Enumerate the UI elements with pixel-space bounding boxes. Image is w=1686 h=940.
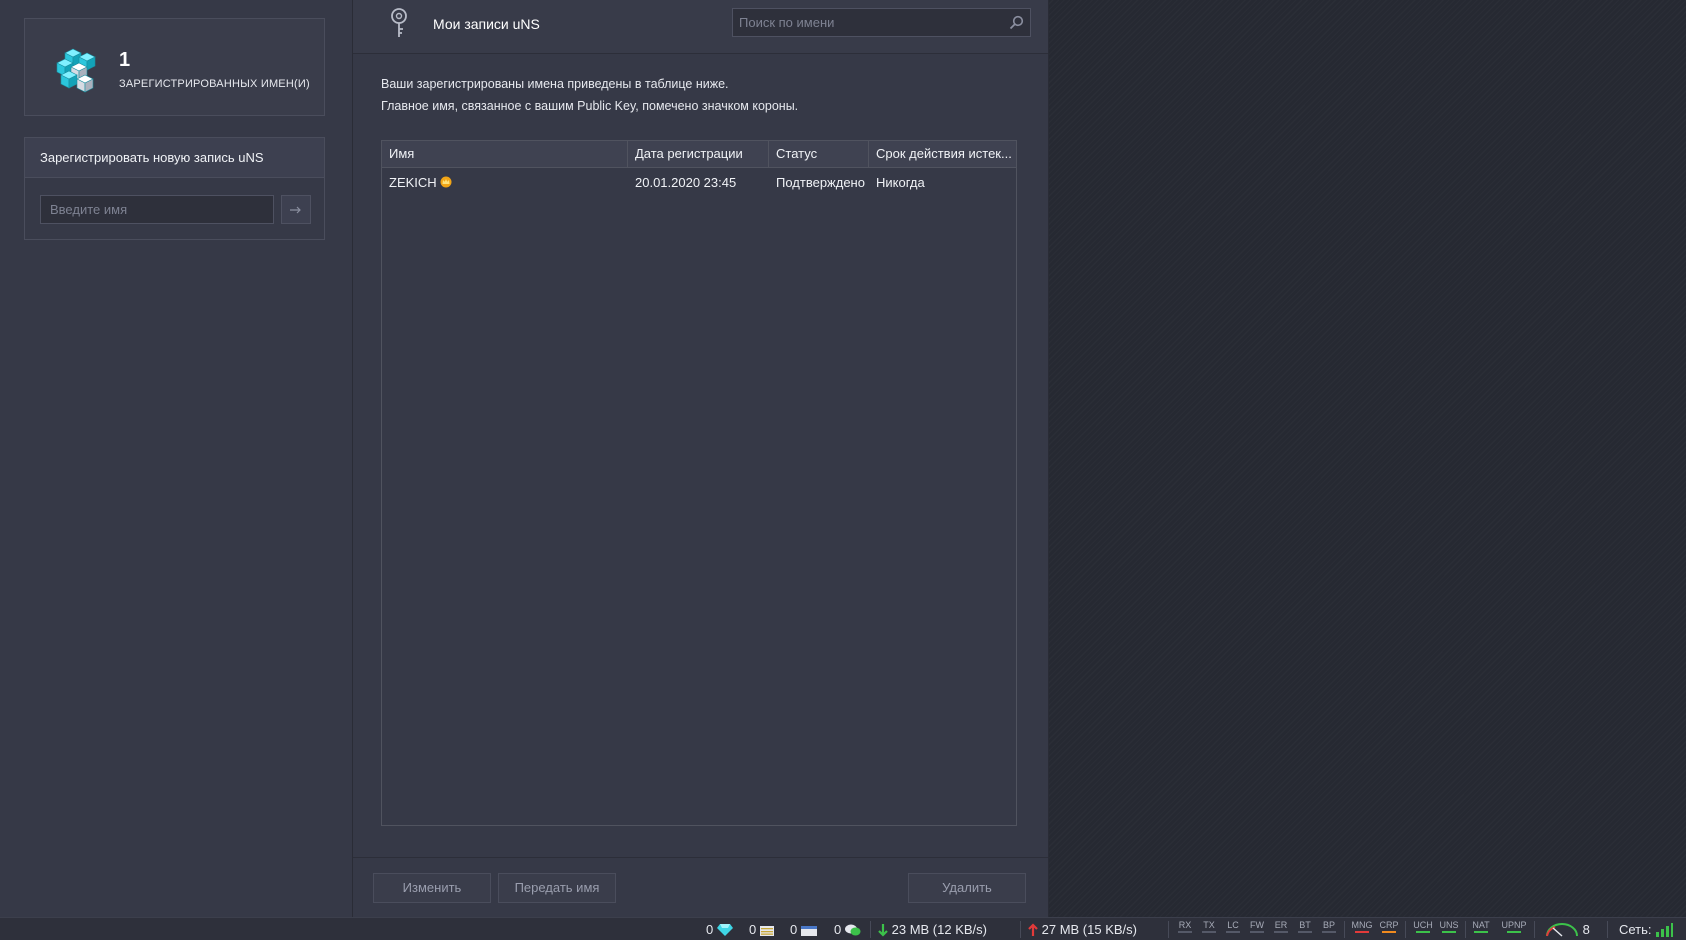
transfer-name-button[interactable]: Передать имя <box>498 873 616 903</box>
column-header-date[interactable]: Дата регистрации <box>628 141 769 167</box>
diamond-icon <box>716 924 733 936</box>
indicator-upnp: UPNP <box>1500 920 1528 933</box>
network-stat: Сеть: <box>1619 918 1674 940</box>
description-line-1: Ваши зарегистрированы имена приведены в … <box>381 77 729 91</box>
indicator-bt: BT <box>1296 920 1314 933</box>
counter-blocks-value: 0 <box>749 922 757 937</box>
indicator-label: CRP <box>1379 920 1399 930</box>
wallet-icon <box>759 926 774 936</box>
column-header-name[interactable]: Имя <box>382 141 628 167</box>
counter-chat-value: 0 <box>834 922 842 937</box>
indicator-label: MNG <box>1351 920 1373 930</box>
mail-icon <box>800 926 817 936</box>
register-submit-button[interactable] <box>281 195 311 224</box>
main-panel: Мои записи uNS Ваши зарегистрированы име… <box>353 0 1049 918</box>
counter-chat: 0 <box>834 918 861 940</box>
indicator-label: UPNP <box>1501 920 1527 930</box>
key-icon <box>391 8 407 37</box>
upload-arrow-icon <box>1028 923 1038 936</box>
network-label: Сеть: <box>1619 922 1652 937</box>
stats-card: 1 ЗАРЕГИСТРИРОВАННЫХ ИМЕН(И) <box>24 18 325 116</box>
divider <box>1020 921 1021 938</box>
indicator-label: BT <box>1299 920 1311 930</box>
indicator-label: NAT <box>1472 920 1490 930</box>
chat-icon <box>844 924 861 936</box>
indicator-uns: UNS <box>1438 920 1460 933</box>
indicator-nat: NAT <box>1470 920 1492 933</box>
arrow-right-icon <box>290 206 301 214</box>
registered-label: ЗАРЕГИСТРИРОВАННЫХ ИМЕН(И) <box>119 78 310 90</box>
counter-messages-value: 0 <box>790 922 798 937</box>
divider <box>1405 921 1406 938</box>
indicator-lc: LC <box>1224 920 1242 933</box>
name-input[interactable] <box>40 195 274 224</box>
gauge-icon <box>1546 923 1578 937</box>
indicator-er: ER <box>1272 920 1290 933</box>
download-stat: 23 MB (12 KB/s) <box>878 918 987 940</box>
download-arrow-icon <box>878 924 888 937</box>
crown-icon <box>440 176 452 188</box>
indicator-label: LC <box>1227 920 1239 930</box>
indicator-label: RX <box>1178 920 1192 930</box>
search-box <box>732 8 1031 37</box>
cell-expires: Никогда <box>876 175 925 190</box>
indicator-label: UNS <box>1439 920 1459 930</box>
divider <box>1344 921 1345 938</box>
edit-button[interactable]: Изменить <box>373 873 491 903</box>
signal-bars-icon <box>1656 923 1674 937</box>
indicator-tx: TX <box>1200 920 1218 933</box>
divider <box>870 921 871 938</box>
indicator-uch: UCH <box>1412 920 1434 933</box>
column-header-expires[interactable]: Срок действия истек... <box>869 141 1016 167</box>
peers-count: 8 <box>1582 922 1590 937</box>
divider <box>1607 921 1608 938</box>
registered-count: 1 <box>119 49 131 71</box>
cubes-icon <box>56 48 96 93</box>
column-header-status[interactable]: Статус <box>769 141 869 167</box>
action-footer: Изменить Передать имя Удалить <box>353 857 1048 918</box>
table-row[interactable]: ZEKICH 20.01.2020 23:45 Подтверждено Ник… <box>382 168 1016 198</box>
register-card: Зарегистрировать новую запись uNS <box>24 137 325 240</box>
register-title: Зарегистрировать новую запись uNS <box>25 138 324 178</box>
indicator-label: FW <box>1250 920 1264 930</box>
search-icon[interactable] <box>1009 15 1024 30</box>
delete-button[interactable]: Удалить <box>908 873 1026 903</box>
status-bar: 0 0 0 0 23 MB (12 KB/s) 27 MB (15 KB/s) … <box>0 917 1686 940</box>
indicator-bp: BP <box>1320 920 1338 933</box>
download-value: 23 MB (12 KB/s) <box>891 922 987 937</box>
divider <box>1168 921 1169 938</box>
indicator-rx: RX <box>1176 920 1194 933</box>
sidebar: 1 ЗАРЕГИСТРИРОВАННЫХ ИМЕН(И) Зарегистрир… <box>0 0 353 917</box>
cell-status: Подтверждено <box>776 175 865 190</box>
counter-blocks: 0 <box>749 918 774 940</box>
indicator-label: ER <box>1274 920 1288 930</box>
indicator-label: UCH <box>1413 920 1433 930</box>
cell-date: 20.01.2020 23:45 <box>635 175 737 190</box>
table-header: Имя Дата регистрации Статус Срок действи… <box>382 141 1016 168</box>
indicator-label: TX <box>1203 920 1215 930</box>
upload-stat: 27 MB (15 KB/s) <box>1028 918 1137 940</box>
description-line-2: Главное имя, связанное с вашим Public Ke… <box>381 99 799 113</box>
cell-name: ZEKICH <box>382 168 628 198</box>
indicator-mng: MNG <box>1350 920 1374 933</box>
divider <box>1465 921 1466 938</box>
counter-messages: 0 <box>790 918 817 940</box>
page-title: Мои записи uNS <box>433 16 540 32</box>
counter-mining-value: 0 <box>706 922 714 937</box>
names-table: Имя Дата регистрации Статус Срок действи… <box>381 140 1017 826</box>
upload-value: 27 MB (15 KB/s) <box>1041 922 1137 937</box>
divider <box>1534 921 1535 938</box>
peers-stat: 8 <box>1545 918 1590 940</box>
name-value: ZEKICH <box>389 175 437 190</box>
indicator-crp: CRP <box>1378 920 1400 933</box>
counter-mining: 0 <box>706 918 733 940</box>
search-input[interactable] <box>733 9 993 36</box>
indicator-label: BP <box>1322 920 1335 930</box>
page-header: Мои записи uNS <box>353 0 1048 54</box>
indicator-fw: FW <box>1248 920 1266 933</box>
